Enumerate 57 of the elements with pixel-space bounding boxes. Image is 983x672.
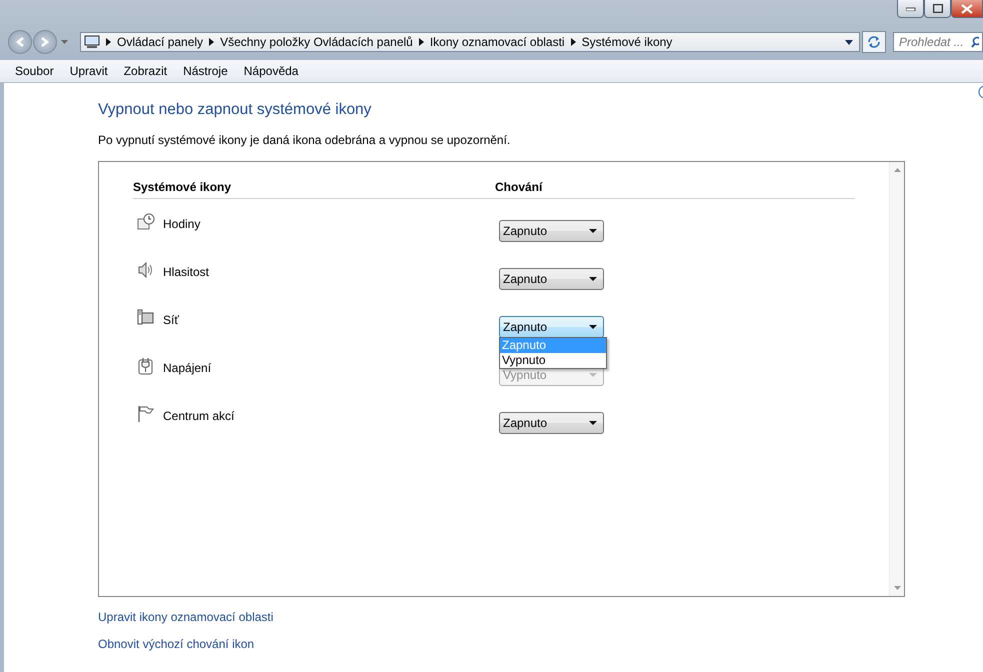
icon-name: Hodiny [163, 216, 200, 231]
breadcrumb-item[interactable]: Systémové ikony [582, 35, 672, 49]
behavior-dropdown[interactable]: Zapnuto [499, 316, 604, 338]
chevron-icon [418, 38, 424, 46]
icon-name: Napájení [163, 360, 212, 375]
menu-item[interactable]: Nápověda [236, 64, 306, 78]
caret-icon [589, 373, 597, 377]
menu-item[interactable]: Zobrazit [116, 64, 174, 78]
behavior-dropdown[interactable]: Zapnuto [499, 220, 604, 242]
maximize-button[interactable] [924, 0, 951, 18]
column-header: Chování [495, 180, 542, 194]
network-icon [137, 309, 155, 327]
chevron-icon [106, 38, 111, 46]
caret-icon [589, 277, 597, 281]
breadcrumb-item[interactable]: Všechny položky Ovládacích panelů [220, 35, 413, 49]
breadcrumb-item[interactable]: Ovládací panely [117, 35, 204, 49]
scroll-up-icon[interactable] [894, 168, 900, 172]
back-button[interactable] [8, 30, 32, 54]
chevron-icon [570, 38, 576, 46]
refresh-button[interactable] [862, 31, 886, 53]
minimize-icon [906, 6, 916, 10]
menu-item[interactable]: Soubor [8, 64, 61, 78]
link[interactable]: Obnovit výchozí chování ikon [98, 637, 254, 651]
search-icon [971, 36, 979, 48]
refresh-icon [867, 36, 881, 48]
column-header: Systémové ikony [133, 180, 232, 194]
icon-name: Síť [163, 312, 179, 327]
computer-icon [84, 35, 100, 49]
description-text: Po vypnutí systémové ikony je daná ikona odebrána a vypnou se upozornění. [98, 133, 512, 147]
caret-icon [589, 325, 597, 329]
caret-icon [589, 229, 597, 233]
maximize-icon [932, 4, 942, 13]
behavior-dropdown[interactable]: Zapnuto [499, 268, 604, 290]
caret-icon[interactable] [845, 40, 853, 45]
help-icon[interactable] [977, 85, 983, 99]
page-title: Vypnout nebo zapnout systémové ikony [98, 101, 372, 119]
close-icon [961, 4, 973, 14]
link[interactable]: Upravit ikony oznamovací oblasti [98, 610, 274, 624]
chevron-icon [209, 38, 214, 46]
minimize-button[interactable] [897, 0, 924, 18]
scrollbar[interactable] [889, 162, 904, 596]
close-button[interactable] [951, 0, 983, 18]
scroll-down-icon[interactable] [894, 586, 900, 590]
search-field[interactable]: Prohledat ... [893, 32, 983, 52]
menu-item[interactable]: Upravit [62, 64, 115, 78]
behavior-dropdown[interactable]: Zapnuto [499, 412, 604, 434]
clock-icon [137, 213, 155, 231]
forward-button[interactable] [33, 30, 57, 54]
flag-icon [137, 405, 155, 423]
speaker-icon [137, 261, 155, 279]
caret-icon [589, 421, 597, 425]
icon-name: Hlasitost [163, 264, 210, 279]
icon-name: Centrum akcí [163, 408, 234, 423]
plug-icon [137, 357, 155, 375]
menu-item[interactable]: Nástroje [176, 64, 235, 78]
breadcrumb-item[interactable]: Ikony oznamovací oblasti [430, 35, 565, 49]
address-bar[interactable]: Ovládací panely Všechny položky Ovládacích panelů Ikony oznamovací oblasti Systémové ikony [80, 32, 860, 52]
